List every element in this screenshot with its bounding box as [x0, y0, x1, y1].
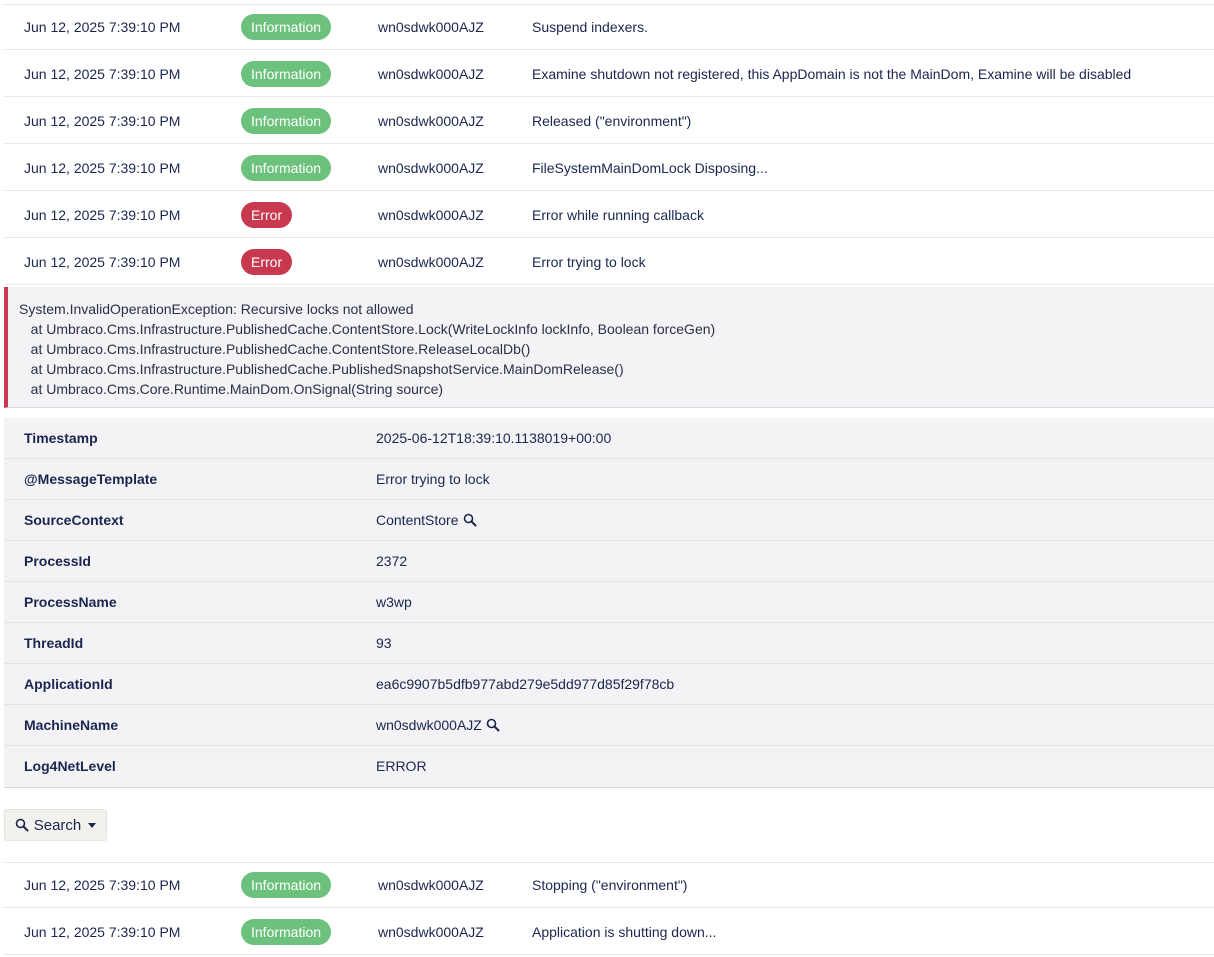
log-row[interactable]: Jun 12, 2025 7:39:10 PM Error wn0sdwk000AJ… [4, 192, 1214, 238]
property-value-text: w3wp [376, 594, 412, 610]
property-value-text: ContentStore [376, 512, 459, 528]
property-value-text: Error trying to lock [376, 471, 490, 487]
search-property-icon[interactable] [463, 513, 477, 527]
log-level-badge: Information [241, 872, 332, 898]
log-timestamp: Jun 12, 2025 7:39:10 PM [24, 253, 181, 270]
log-level-badge: Error [241, 201, 293, 228]
log-timestamp: Jun 12, 2025 7:39:10 PM [24, 159, 181, 176]
property-key: ApplicationId [24, 676, 113, 692]
property-row: Timestamp 2025-06-12T18:39:10.1138019+00:… [4, 418, 1214, 459]
log-timestamp: Jun 12, 2025 7:39:10 PM [24, 877, 181, 893]
property-key: MachineName [24, 717, 119, 733]
property-value-text: ea6c9907b5dfb977abd279e5dd977d85f29f78cb [376, 676, 675, 692]
log-machine-name: wn0sdwk000AJZ [378, 923, 484, 940]
property-value-text: 2372 [376, 553, 408, 569]
log-machine-name: wn0sdwk000AJZ [378, 206, 484, 223]
log-message: Error while running callback [532, 206, 704, 223]
log-machine-name: wn0sdwk000AJZ [378, 112, 484, 129]
log-message: Error trying to lock [532, 253, 646, 270]
property-value: ContentStore [376, 512, 477, 528]
log-level-badge: Information [241, 918, 332, 945]
log-machine-name: wn0sdwk000AJZ [378, 877, 484, 893]
search-icon [15, 818, 29, 832]
property-value: ERROR [376, 758, 427, 774]
log-message: Released ("environment") [532, 112, 692, 129]
search-dropdown-button[interactable]: Search [4, 809, 107, 841]
property-row: ThreadId 93 [4, 623, 1214, 664]
log-message: Application is shutting down... [532, 923, 717, 940]
log-timestamp: Jun 12, 2025 7:39:10 PM [24, 65, 181, 82]
log-row[interactable]: Jun 12, 2025 7:39:10 PM Information wn0sdw… [4, 862, 1214, 908]
property-row: SourceContext ContentStore [4, 500, 1214, 541]
log-level-badge: Information [241, 60, 332, 87]
log-viewer: Jun 12, 2025 7:39:10 PM Information wn0sdw… [0, 0, 1214, 957]
property-value: 2025-06-12T18:39:10.1138019+00:00 [376, 430, 611, 446]
property-key: SourceContext [24, 512, 124, 528]
log-timestamp: Jun 12, 2025 7:39:10 PM [24, 923, 181, 940]
property-value-text: 93 [376, 635, 392, 651]
property-row: ProcessId 2372 [4, 541, 1214, 582]
property-value: 93 [376, 635, 392, 651]
caret-down-icon [88, 822, 97, 828]
log-level-badge: Information [241, 14, 332, 40]
log-row[interactable]: Jun 12, 2025 7:39:10 PM Information wn0sdw… [4, 98, 1214, 144]
log-message: Stopping ("environment") [532, 877, 688, 893]
property-value: 2372 [376, 553, 407, 569]
property-value-text: wn0sdwk000AJZ [376, 717, 482, 733]
property-key: ThreadId [24, 635, 84, 651]
log-timestamp: Jun 12, 2025 7:39:10 PM [24, 112, 181, 129]
log-row[interactable]: Jun 12, 2025 7:39:10 PM Information wn0sdw… [4, 909, 1214, 955]
property-value: Error trying to lock [376, 471, 490, 487]
property-key: ProcessId [24, 553, 91, 569]
property-row: ApplicationId ea6c9907b5dfb977abd279e5dd9… [4, 664, 1214, 705]
log-machine-name: wn0sdwk000AJZ [378, 19, 484, 35]
log-row[interactable]: Jun 12, 2025 7:39:10 PM Information wn0sdw… [4, 145, 1214, 191]
property-value-text: 2025-06-12T18:39:10.1138019+00:00 [376, 430, 612, 446]
log-row[interactable]: Jun 12, 2025 7:39:10 PM Information wn0sdw… [4, 4, 1214, 50]
log-timestamp: Jun 12, 2025 7:39:10 PM [24, 19, 181, 35]
property-key: Log4NetLevel [24, 758, 116, 774]
property-value-text: ERROR [376, 758, 427, 774]
property-row: Log4NetLevel ERROR [4, 746, 1214, 787]
log-message: Examine shutdown not registered, this Ap… [532, 65, 1132, 82]
property-row: @MessageTemplate Error trying to lock [4, 459, 1214, 500]
log-machine-name: wn0sdwk000AJZ [378, 253, 484, 270]
exception-message: System.InvalidOperationException: Recurs… [19, 301, 414, 317]
log-message: FileSystemMainDomLock Disposing... [532, 159, 768, 176]
log-row[interactable]: Jun 12, 2025 7:39:10 PM Information wn0sdw… [4, 51, 1214, 97]
property-row: ProcessName w3wp [4, 582, 1214, 623]
log-message: Suspend indexers. [532, 19, 648, 35]
properties-table: Timestamp 2025-06-12T18:39:10.1138019+00:… [4, 418, 1214, 788]
log-level-badge: Information [241, 154, 332, 181]
stack-trace-line: at Umbraco.Cms.Infrastructure.PublishedC… [19, 361, 624, 377]
property-key: @MessageTemplate [24, 471, 158, 487]
log-level-badge: Information [241, 107, 332, 134]
property-key: ProcessName [24, 594, 117, 610]
property-value: wn0sdwk000AJZ [376, 717, 500, 733]
log-timestamp: Jun 12, 2025 7:39:10 PM [24, 206, 181, 223]
property-key: Timestamp [24, 430, 98, 446]
search-button-label: Search [33, 816, 82, 834]
search-property-icon[interactable] [486, 718, 500, 732]
stack-trace-line: at Umbraco.Cms.Infrastructure.PublishedC… [19, 321, 716, 337]
log-level-badge: Error [241, 248, 293, 275]
property-value: w3wp [376, 594, 412, 610]
property-row: MachineName wn0sdwk000AJZ [4, 705, 1214, 746]
log-machine-name: wn0sdwk000AJZ [378, 65, 484, 82]
stack-trace-line: at Umbraco.Cms.Core.Runtime.MainDom.OnSi… [19, 381, 444, 397]
property-value: ea6c9907b5dfb977abd279e5dd977d85f29f78cb [376, 676, 674, 692]
log-row[interactable]: Jun 12, 2025 7:39:10 PM Error wn0sdwk000AJ… [4, 239, 1214, 285]
stack-trace-line: at Umbraco.Cms.Infrastructure.PublishedC… [19, 341, 531, 357]
exception-panel: System.InvalidOperationException: Recurs… [4, 287, 1214, 408]
log-machine-name: wn0sdwk000AJZ [378, 159, 484, 176]
